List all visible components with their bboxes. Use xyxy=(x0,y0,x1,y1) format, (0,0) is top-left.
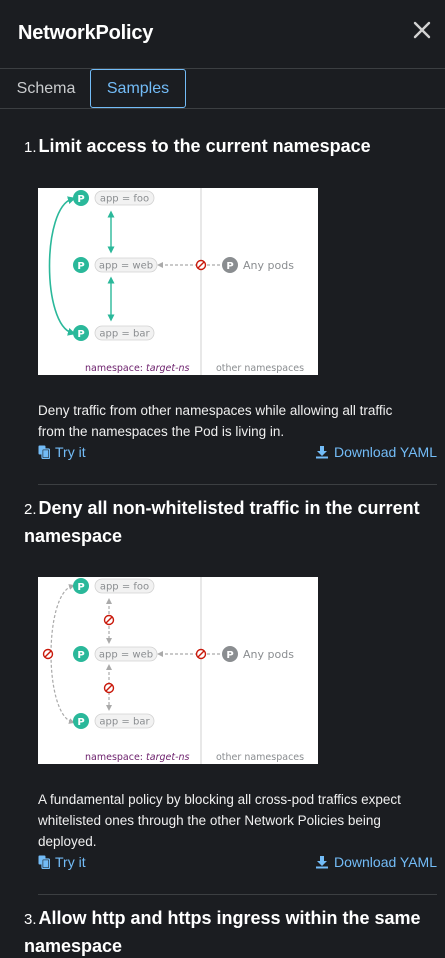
other-namespaces-label: other namespaces xyxy=(216,363,304,374)
sample-number: 2. xyxy=(24,501,37,518)
deny-icon xyxy=(103,682,115,694)
download-yaml-link[interactable]: Download YAML xyxy=(315,444,437,460)
pod-any: P Any pods xyxy=(222,257,294,273)
pod-label: app = foo xyxy=(100,194,149,205)
pod-badge-label: P xyxy=(77,650,84,661)
pod-badge-label: P xyxy=(77,329,84,340)
sample-title: 3. Allow http and https ingress within th… xyxy=(24,905,429,958)
pod-label: app = foo xyxy=(100,582,149,593)
sample-description: Deny traffic from other namespaces while… xyxy=(38,403,393,439)
try-it-label: Try it xyxy=(55,854,86,870)
pod-label: app = bar xyxy=(99,717,150,728)
sample-number: 3. xyxy=(24,911,37,928)
download-icon xyxy=(316,446,328,459)
pod-foo: P app = foo xyxy=(73,578,155,594)
download-yaml-label: Download YAML xyxy=(334,444,437,460)
diagram-svg: P app = foo P app = web P app = bar P An… xyxy=(42,577,304,764)
try-it-link[interactable]: Try it xyxy=(38,444,86,460)
namespace-label: namespace: target-ns xyxy=(85,363,190,374)
pod-badge-label: P xyxy=(226,650,233,661)
tab-bar: Schema Samples xyxy=(0,69,445,109)
download-yaml-label: Download YAML xyxy=(334,854,437,870)
deny-icon xyxy=(103,614,115,626)
sample-diagram: P app = foo P app = web P app = bar P An… xyxy=(38,577,318,764)
pod-badge-label: P xyxy=(77,194,84,205)
any-pods-label: Any pods xyxy=(243,259,294,272)
sample-title-text: Deny all non-whitelisted traffic in the … xyxy=(24,498,420,546)
other-namespaces-label: other namespaces xyxy=(216,752,304,763)
pod-label: app = web xyxy=(99,650,153,661)
pod-any: P Any pods xyxy=(222,646,294,662)
deny-icon xyxy=(42,648,54,660)
pod-badge-label: P xyxy=(77,717,84,728)
download-yaml-link[interactable]: Download YAML xyxy=(315,854,437,870)
tab-schema[interactable]: Schema xyxy=(3,69,89,108)
sample-title: 1. Limit access to the current namespace xyxy=(24,133,429,161)
pod-label: app = web xyxy=(99,261,153,272)
any-pods-label: Any pods xyxy=(243,648,294,661)
copy-icon xyxy=(38,855,50,869)
sample-description: A fundamental policy by blocking all cro… xyxy=(38,792,401,849)
pod-bar: P app = bar xyxy=(73,325,155,341)
pod-web: P app = web xyxy=(73,257,158,273)
close-icon[interactable] xyxy=(409,17,435,43)
panel-header: NetworkPolicy xyxy=(0,0,445,69)
namespace-label: namespace: target-ns xyxy=(85,752,190,763)
allow-arrow-foo-bar xyxy=(48,196,76,336)
panel-title: NetworkPolicy xyxy=(18,22,154,44)
deny-icon xyxy=(195,648,207,660)
sample-diagram: P app = foo P app = web P app = bar P An… xyxy=(38,188,318,375)
deny-arrow-foo-bar xyxy=(50,584,75,724)
sample-number: 1. xyxy=(24,139,37,156)
pod-badge-label: P xyxy=(77,582,84,593)
pod-web: P app = web xyxy=(73,646,158,662)
download-icon xyxy=(316,856,328,869)
try-it-link[interactable]: Try it xyxy=(38,854,86,870)
pod-label: app = bar xyxy=(99,329,150,340)
try-it-label: Try it xyxy=(55,444,86,460)
pod-bar: P app = bar xyxy=(73,713,155,729)
sample-title: 2. Deny all non-whitelisted traffic in th… xyxy=(24,495,429,550)
tab-samples[interactable]: Samples xyxy=(90,69,186,108)
pod-badge-label: P xyxy=(77,261,84,272)
copy-icon xyxy=(38,445,50,459)
sample-title-text: Limit access to the current namespace xyxy=(38,136,371,156)
sample-divider xyxy=(38,894,437,895)
pod-badge-label: P xyxy=(226,261,233,272)
deny-icon xyxy=(195,259,207,271)
sample-divider xyxy=(38,484,437,485)
pod-foo: P app = foo xyxy=(73,190,155,206)
diagram-svg: P app = foo P app = web P app = bar P An… xyxy=(48,188,304,375)
sample-title-text: Allow http and https ingress within the … xyxy=(24,908,421,956)
